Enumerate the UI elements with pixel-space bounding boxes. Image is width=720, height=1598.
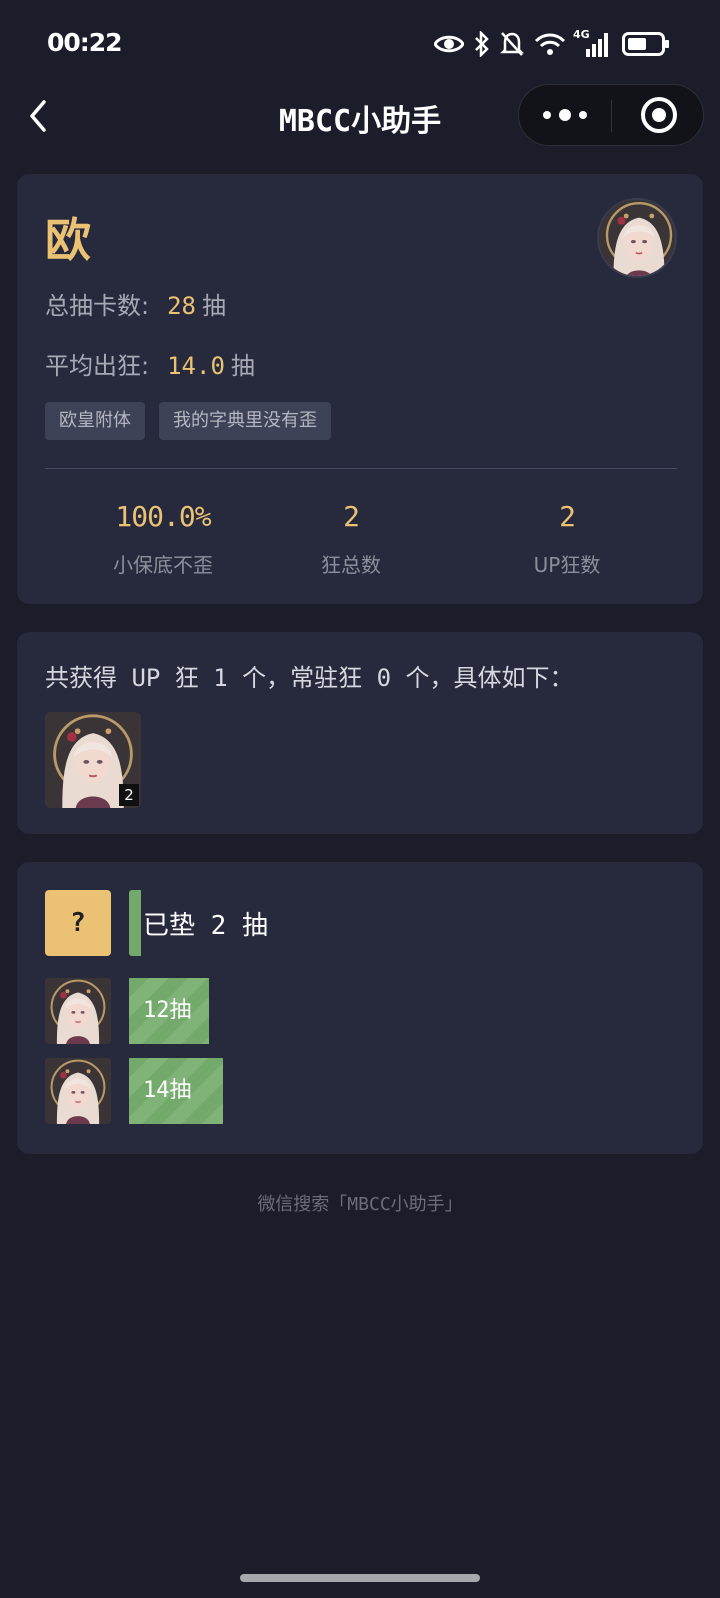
pity-text: 已垫 2 抽 (143, 910, 268, 941)
kpi-label: 狂总数 (321, 553, 381, 577)
status-time: 00:22 (47, 28, 123, 57)
capsule-divider (611, 100, 612, 132)
summary-card: 欧 总抽卡数: 28 抽 平均出狂: 14.0 抽 欧皇附体 我的字典里没有歪 … (17, 174, 703, 604)
screen: 00:22 4G MBCC小助手 欧 总抽卡数: 28 抽 平均出狂: 14.0… (0, 0, 720, 1598)
tag: 我的字典里没有歪 (159, 402, 331, 440)
more-dots-icon[interactable] (519, 85, 611, 145)
total-pulls-unit: 抽 (202, 292, 226, 320)
eye-icon (434, 35, 464, 53)
average-pulls: 平均出狂: 14.0 抽 (45, 346, 255, 381)
kpi-no-lose-rate: 100.0% 小保底不歪 (63, 500, 263, 578)
kpi-value: 100.0% (115, 500, 211, 533)
battery-icon (622, 32, 669, 56)
average-pulls-label: 平均出狂: (45, 352, 150, 380)
total-pulls: 总抽卡数: 28 抽 (45, 286, 226, 321)
kpi-up-count: 2 UP狂数 (467, 500, 667, 578)
character-count-badge: 2 (119, 784, 139, 806)
luck-rank: 欧 (45, 213, 91, 267)
obtained-card: 共获得 UP 狂 1 个，常驻狂 0 个，具体如下： 2 (17, 632, 703, 834)
home-indicator[interactable] (240, 1574, 480, 1582)
bell-muted-icon (500, 32, 524, 56)
signal-icon: 4G (573, 28, 612, 57)
wifi-icon (534, 33, 566, 55)
history-avatar[interactable] (45, 978, 111, 1044)
bluetooth-icon (475, 31, 489, 57)
target-icon[interactable] (641, 97, 677, 133)
kpi-label: 小保底不歪 (113, 553, 213, 577)
pity-progress: 已垫 2 抽 (129, 890, 268, 956)
history-avatar[interactable] (45, 1058, 111, 1124)
page-title: MBCC小助手 (278, 104, 442, 139)
tag-list: 欧皇附体 我的字典里没有歪 (45, 402, 331, 440)
history-bar: 12抽 (129, 978, 209, 1044)
kpi-value: 2 (559, 500, 576, 533)
status-bar: 00:22 4G (0, 0, 720, 80)
back-icon[interactable] (22, 96, 58, 136)
footer-hint: 微信搜索「MBCC小助手」 (257, 1194, 463, 1215)
kpi-label: UP狂数 (533, 553, 601, 577)
unknown-character-box: ? (45, 890, 111, 956)
kpi-value: 2 (343, 500, 360, 533)
tag: 欧皇附体 (45, 402, 145, 440)
history-card: ? 已垫 2 抽 12抽 14抽 (17, 862, 703, 1154)
total-pulls-label: 总抽卡数: (45, 292, 150, 320)
history-row: 12抽 (45, 978, 209, 1044)
average-pulls-unit: 抽 (230, 352, 255, 380)
divider (45, 468, 677, 469)
obtained-summary: 共获得 UP 狂 1 个，常驻狂 0 个，具体如下： (45, 664, 574, 692)
avatar[interactable] (597, 198, 677, 278)
total-pulls-value: 28 (167, 292, 196, 320)
pity-bar-fill (129, 890, 141, 956)
history-bar: 14抽 (129, 1058, 223, 1124)
average-pulls-value: 14.0 (167, 352, 225, 380)
history-row: 14抽 (45, 1058, 223, 1124)
capsule-menu (518, 84, 704, 146)
character-tile[interactable]: 2 (45, 712, 141, 808)
kpi-total-count: 2 狂总数 (251, 500, 451, 578)
status-icons: 4G (434, 28, 670, 60)
